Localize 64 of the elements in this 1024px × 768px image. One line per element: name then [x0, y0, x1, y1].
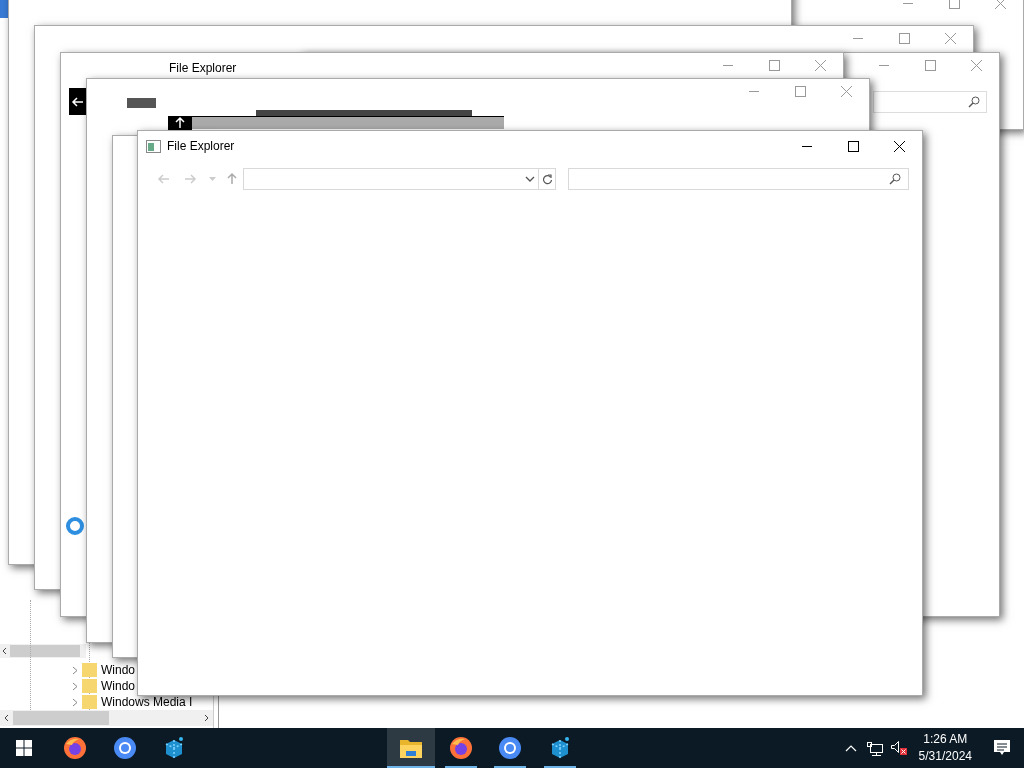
dropdown-caret-icon[interactable]	[208, 177, 216, 181]
window-edge	[0, 0, 8, 18]
scrollbar[interactable]	[0, 710, 213, 726]
close-icon	[814, 59, 826, 71]
search-field[interactable]	[568, 168, 909, 190]
forward-arrow-icon[interactable]	[183, 172, 197, 186]
search-icon	[968, 96, 980, 108]
scroll-right-icon[interactable]	[204, 714, 209, 722]
folder-icon	[82, 679, 97, 693]
speaker-muted-icon[interactable]	[889, 740, 908, 756]
folder-icon	[399, 737, 423, 759]
window-title: File Explorer	[167, 138, 235, 155]
maximize-icon	[768, 59, 780, 71]
tree-item[interactable]: Windo	[101, 661, 135, 679]
close-icon	[840, 85, 852, 97]
folder-icon	[82, 695, 97, 709]
network-icon[interactable]	[865, 740, 884, 756]
scroll-thumb[interactable]	[10, 645, 80, 657]
scrollbar[interactable]	[0, 644, 86, 658]
minimize-icon	[723, 64, 733, 66]
minimize-icon	[879, 64, 889, 66]
chevron-up-icon[interactable]	[844, 744, 857, 752]
minimize-icon	[903, 2, 913, 4]
close-icon	[994, 0, 1006, 9]
search-icon	[889, 173, 901, 185]
message-icon	[994, 740, 1010, 756]
chevron-down-icon[interactable]	[525, 176, 535, 182]
minimize-icon	[853, 37, 863, 39]
close-icon	[893, 140, 905, 152]
close-icon	[970, 59, 982, 71]
up-arrow-icon[interactable]	[173, 116, 187, 130]
clock-time[interactable]: 1:26 AM	[923, 731, 968, 748]
minimize-icon	[749, 90, 759, 92]
glitch-block	[127, 98, 156, 108]
fox-globe-icon	[63, 736, 87, 760]
clock-date[interactable]: 5/31/2024	[918, 748, 972, 765]
maximize-icon	[924, 59, 936, 71]
fox-globe-icon	[448, 736, 473, 760]
window-app-icon	[146, 139, 161, 153]
maximize-icon	[898, 32, 910, 44]
ring-circle-icon	[498, 736, 522, 760]
ring-circle-icon	[112, 736, 137, 760]
loading-ring-icon	[65, 516, 85, 536]
back-arrow-icon[interactable]	[71, 94, 85, 109]
up-button[interactable]	[168, 116, 192, 130]
scroll-left-icon[interactable]	[2, 647, 7, 655]
search-field[interactable]	[873, 91, 987, 113]
scroll-left-icon[interactable]	[4, 714, 9, 722]
refresh-button[interactable]	[539, 168, 556, 190]
maximize-icon	[794, 85, 806, 97]
address-field[interactable]	[192, 116, 504, 129]
taskbar-app[interactable]	[387, 728, 435, 768]
window-title: File Explorer	[169, 60, 237, 77]
maximize-icon	[847, 140, 859, 152]
refresh-icon	[541, 173, 553, 185]
maximize-icon	[948, 0, 960, 9]
folder-icon	[82, 663, 97, 677]
back-button[interactable]	[69, 88, 87, 115]
close-icon	[944, 32, 956, 44]
tree-item[interactable]: Windo	[101, 677, 135, 695]
windows-logo-icon	[16, 740, 32, 756]
scroll-thumb[interactable]	[13, 711, 109, 725]
minimize-icon	[802, 145, 812, 147]
tree-item[interactable]: Windows Media I	[101, 693, 193, 711]
